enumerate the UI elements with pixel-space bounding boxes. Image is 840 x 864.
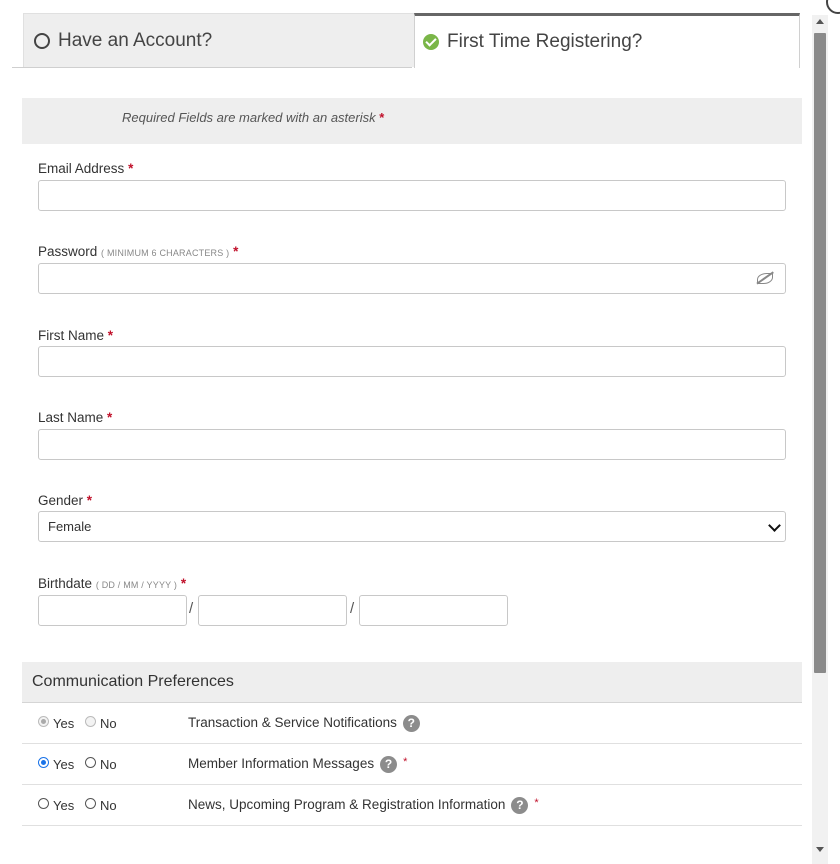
check-circle-icon: [423, 34, 439, 50]
required-asterisk: *: [107, 328, 114, 343]
scrollbar[interactable]: [812, 15, 828, 864]
close-icon[interactable]: [826, 0, 840, 14]
eye-slash-icon[interactable]: [757, 273, 773, 284]
email-label-text: Email Address: [38, 161, 125, 176]
scroll-down-arrow-icon[interactable]: [816, 847, 824, 852]
date-separator: /: [189, 600, 194, 617]
no-label: No: [100, 757, 117, 772]
yes-label: Yes: [53, 716, 75, 731]
password-hint: ( MINIMUM 6 CHARACTERS ): [101, 248, 230, 258]
required-asterisk: *: [128, 161, 134, 176]
notice-text: Required Fields are marked with an aster…: [122, 110, 384, 125]
communication-preferences-header: Communication Preferences: [22, 662, 802, 703]
preference-label-text: Transaction & Service Notifications: [188, 715, 397, 731]
gender-select[interactable]: Female: [38, 511, 786, 542]
preference-label: Member Information Messages? *: [188, 756, 407, 773]
communication-preferences-title: Communication Preferences: [32, 673, 234, 690]
first-name-label: First Name *: [38, 328, 113, 343]
help-icon[interactable]: ?: [380, 756, 398, 773]
scroll-up-arrow-icon[interactable]: [816, 19, 824, 24]
chevron-down-icon: [768, 519, 781, 532]
notice-message: Required Fields are marked with an aster…: [122, 110, 376, 125]
required-fields-notice: Required Fields are marked with an aster…: [22, 98, 802, 144]
preference-label-text: Member Information Messages: [188, 756, 375, 772]
yes-radio: [38, 716, 49, 727]
preference-label: News, Upcoming Program & Registration In…: [188, 797, 539, 814]
gender-selected-value: Female: [48, 519, 92, 534]
required-asterisk: *: [534, 797, 539, 809]
tabs-divider: [12, 67, 412, 68]
no-label: No: [100, 798, 117, 813]
birthdate-month-field[interactable]: [198, 595, 347, 626]
preference-row: Yes No Member Information Messages? *: [22, 744, 802, 785]
no-radio: [85, 716, 96, 727]
preference-row: Yes No Transaction & Service Notifications…: [22, 703, 802, 744]
help-icon[interactable]: ?: [511, 797, 529, 814]
password-field[interactable]: [38, 263, 786, 294]
tab-have-account-label: Have an Account?: [58, 29, 213, 51]
yes-radio[interactable]: [38, 757, 49, 768]
required-asterisk: *: [379, 110, 385, 125]
birthdate-year-field[interactable]: [359, 595, 508, 626]
circle-icon: [34, 32, 50, 49]
yes-label: Yes: [53, 757, 75, 772]
no-label: No: [100, 716, 117, 731]
first-name-label-text: First Name: [38, 328, 105, 343]
tab-first-time-label: First Time Registering?: [447, 31, 643, 52]
required-asterisk: *: [233, 244, 239, 259]
yes-radio[interactable]: [38, 798, 49, 809]
birthdate-day-field[interactable]: [38, 595, 187, 626]
date-separator: /: [350, 600, 355, 617]
preference-row: Yes No News, Upcoming Program & Registrati…: [22, 785, 802, 826]
required-asterisk: *: [86, 493, 93, 508]
last-name-label-text: Last Name: [38, 410, 104, 425]
registration-tabs: Have an Account? First Time Registering?: [12, 13, 812, 68]
tab-first-time-registering[interactable]: First Time Registering?: [414, 13, 800, 68]
first-name-field[interactable]: [38, 346, 786, 377]
birthdate-label: Birthdate ( DD / MM / YYYY ) *: [38, 576, 186, 591]
last-name-field[interactable]: [38, 429, 786, 460]
scrollbar-thumb[interactable]: [814, 33, 826, 673]
birthdate-label-text: Birthdate: [38, 576, 93, 591]
gender-label: Gender *: [38, 493, 92, 508]
last-name-label: Last Name *: [38, 410, 112, 425]
birthdate-hint: ( DD / MM / YYYY ): [95, 580, 178, 590]
email-field[interactable]: [38, 180, 786, 211]
no-radio[interactable]: [85, 757, 96, 768]
tab-have-account[interactable]: Have an Account?: [23, 13, 423, 67]
yes-label: Yes: [53, 798, 75, 813]
gender-label-text: Gender: [38, 493, 84, 508]
password-label: Password ( MINIMUM 6 CHARACTERS ) *: [38, 244, 238, 259]
required-asterisk: *: [403, 756, 408, 768]
preference-label: Transaction & Service Notifications?: [188, 715, 426, 732]
help-icon[interactable]: ?: [402, 715, 420, 732]
preference-label-text: News, Upcoming Program & Registration In…: [188, 797, 506, 813]
password-label-text: Password: [38, 244, 98, 259]
no-radio[interactable]: [85, 798, 96, 809]
required-asterisk: *: [107, 410, 113, 425]
required-asterisk: *: [180, 576, 187, 591]
email-label: Email Address *: [38, 161, 133, 176]
